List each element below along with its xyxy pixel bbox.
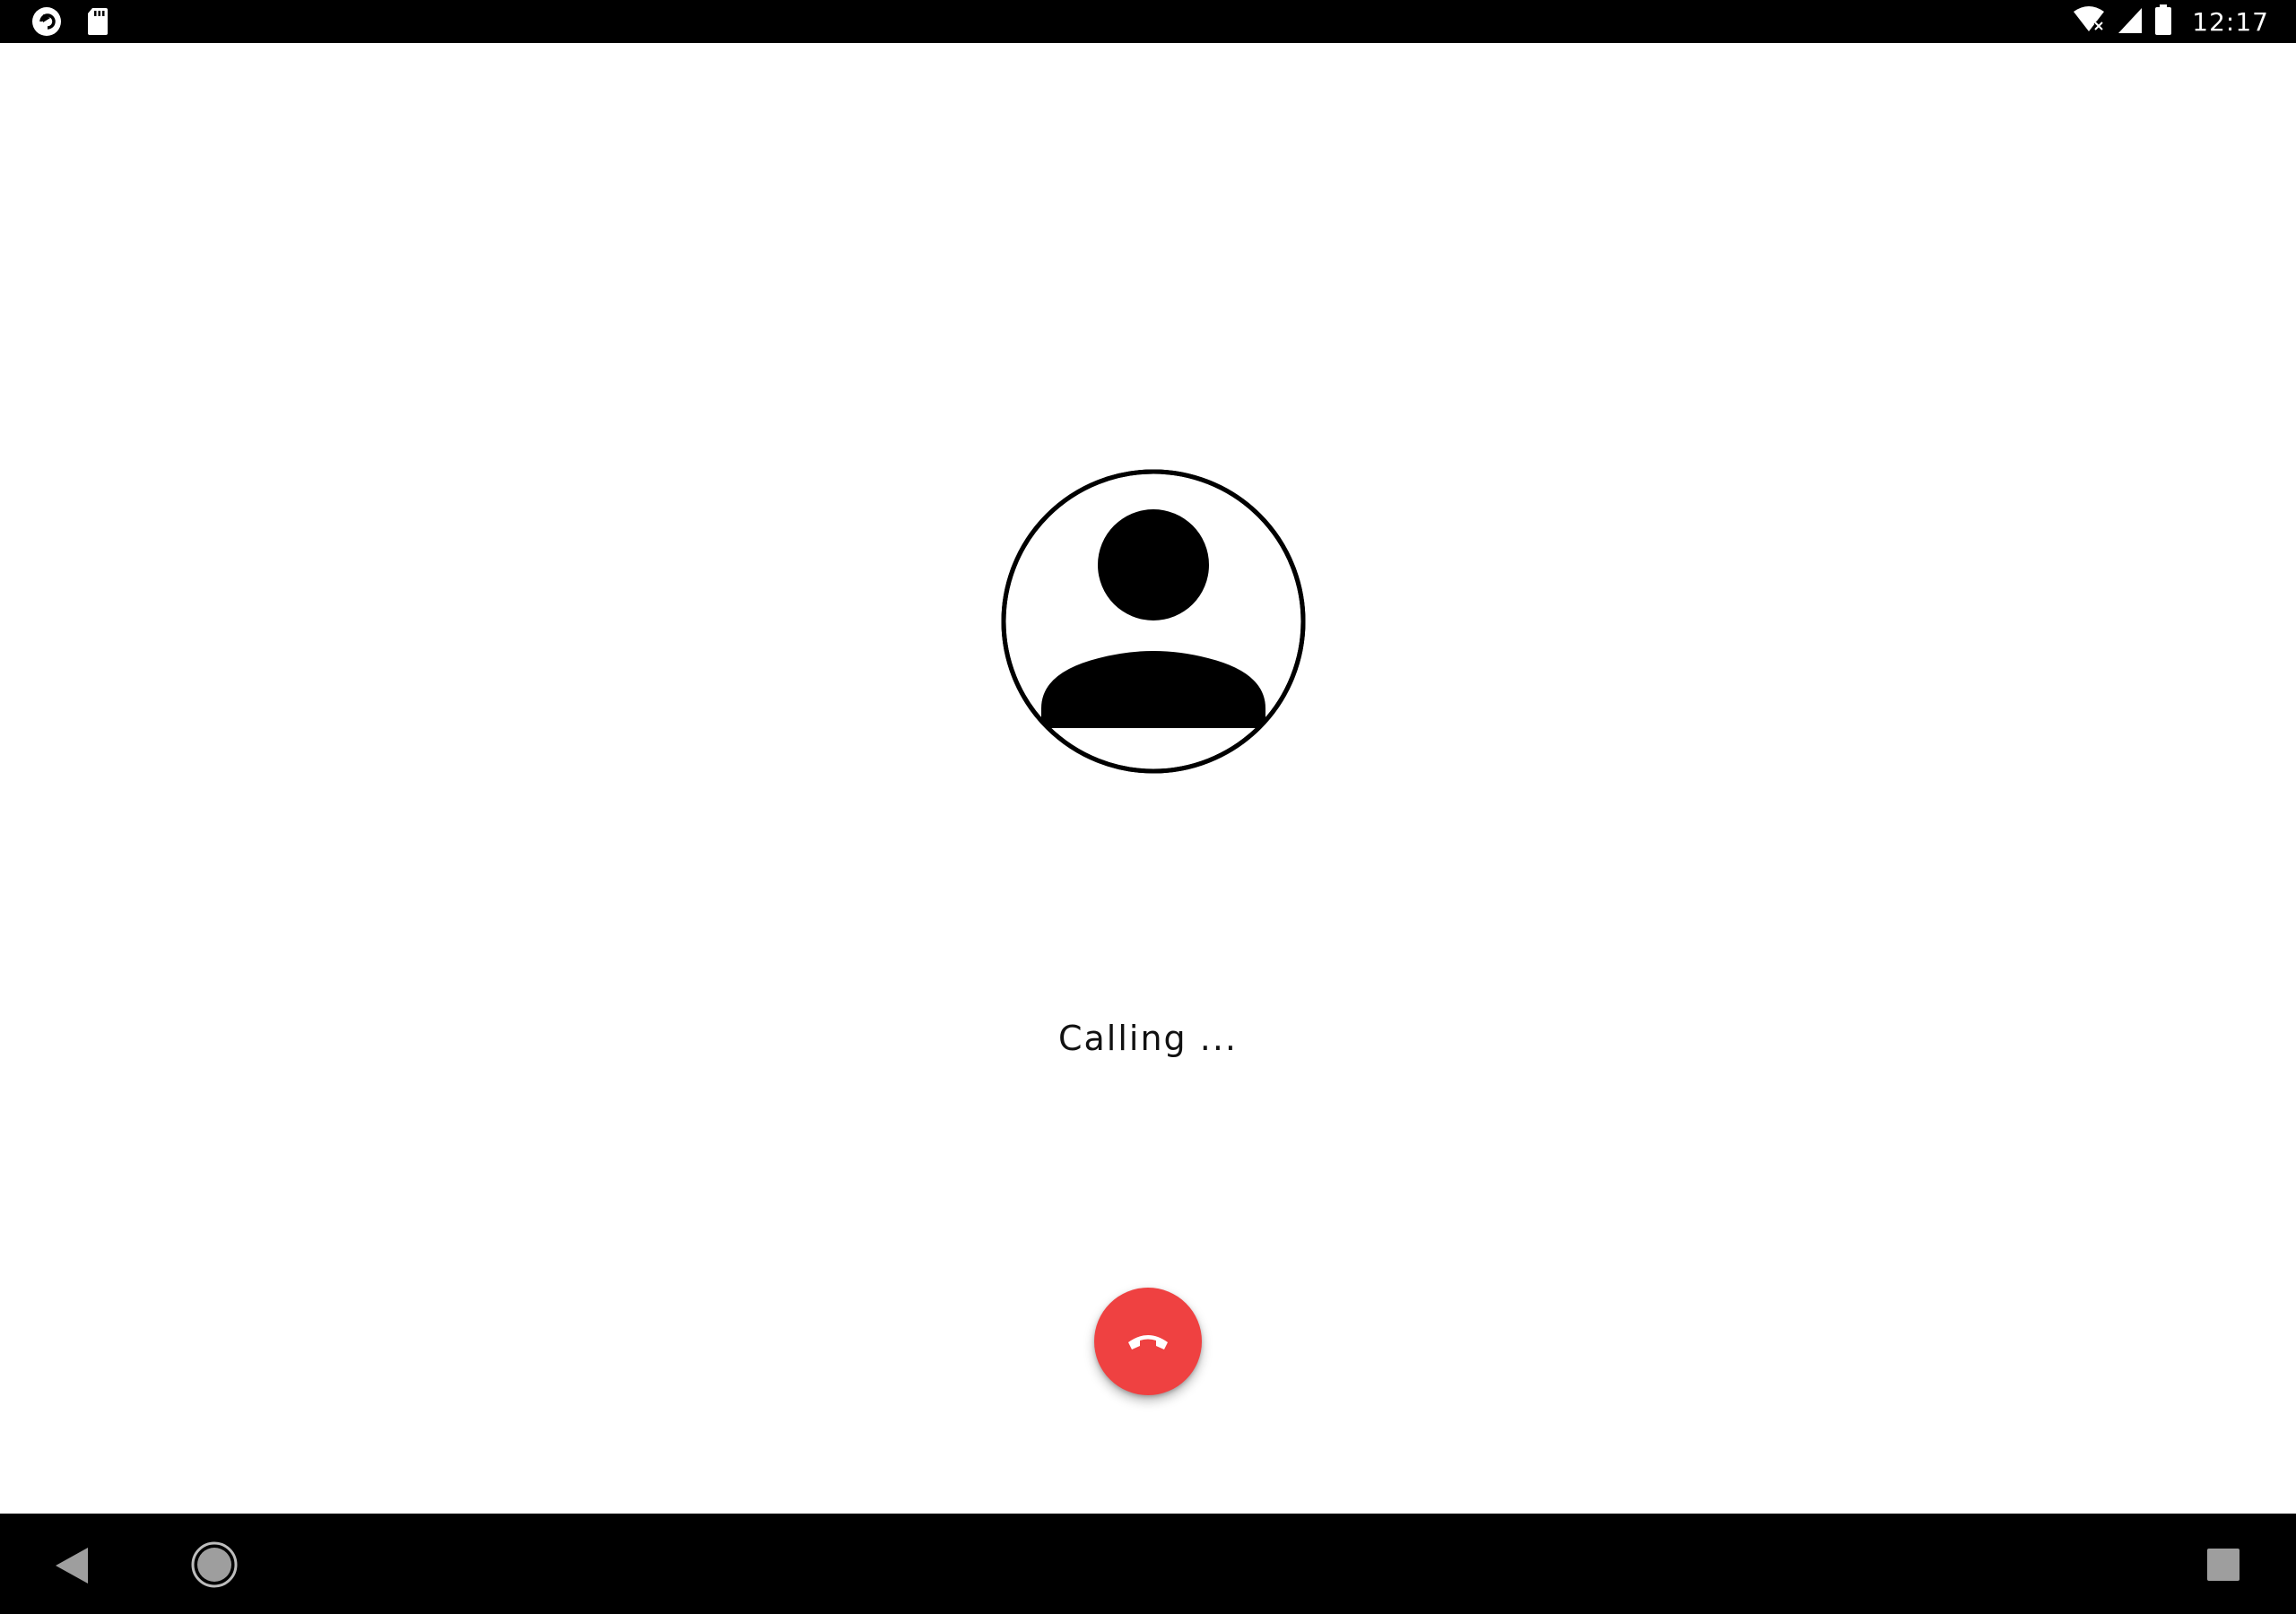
default-contact-avatar-icon: [1001, 469, 1306, 774]
contact-avatar: [1000, 468, 1307, 775]
call-screen: Calling ...: [0, 43, 2296, 1514]
clock: 12:17: [2192, 6, 2269, 37]
end-call-button[interactable]: [1094, 1288, 1202, 1395]
back-icon[interactable]: [54, 1546, 90, 1589]
status-bar: 12:17: [0, 0, 2296, 43]
status-bar-left: [30, 5, 109, 41]
wifi-no-internet-icon: [2072, 4, 2106, 39]
sd-card-icon: [86, 6, 109, 40]
cell-signal-icon: [2117, 4, 2144, 39]
navigation-bar: [0, 1514, 2296, 1614]
home-icon[interactable]: [190, 1540, 239, 1592]
battery-icon: [2154, 4, 2172, 39]
sync-app-icon: [30, 5, 63, 41]
recents-icon[interactable]: [2206, 1548, 2240, 1585]
call-status-text: Calling ...: [1057, 1019, 1238, 1058]
call-end-icon: [1128, 1335, 1168, 1349]
status-bar-right: 12:17: [2072, 4, 2269, 39]
